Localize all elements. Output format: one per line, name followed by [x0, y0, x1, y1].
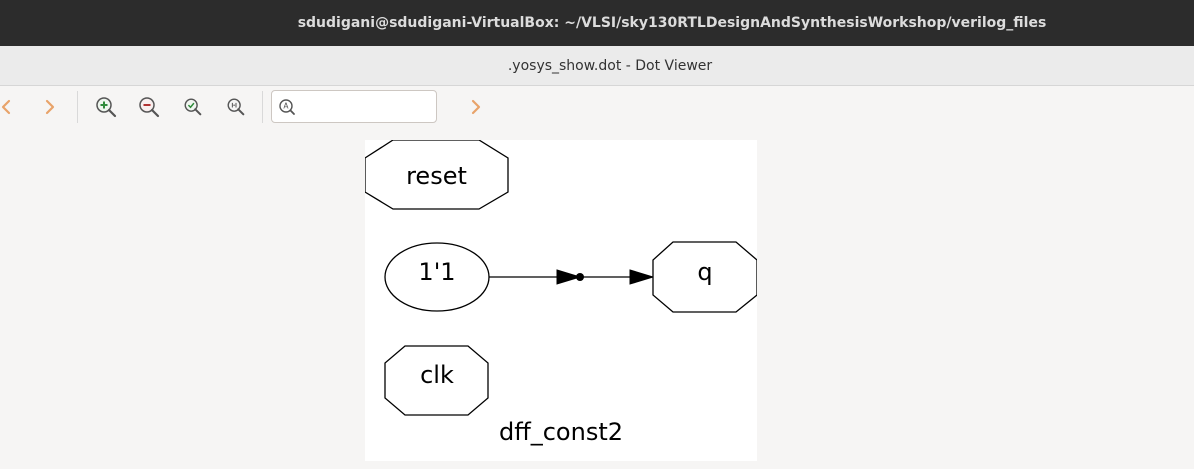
back-button[interactable]	[0, 95, 18, 119]
chevron-left-icon	[1, 99, 11, 115]
window-title-bar: .yosys_show.dot - Dot Viewer	[0, 46, 1194, 86]
graph-svg: reset 1'1 q clk dff_const2	[364, 139, 758, 446]
search-field[interactable]: A	[271, 90, 437, 123]
q-node-label: q	[697, 258, 712, 286]
search-icon: A	[279, 99, 295, 115]
window-title-text: .yosys_show.dot - Dot Viewer	[507, 57, 713, 74]
svg-text:A: A	[283, 102, 289, 111]
find-next-button[interactable]	[464, 95, 488, 119]
zoom-in-icon	[96, 97, 117, 118]
module-label: dff_const2	[499, 418, 623, 446]
graph-canvas[interactable]: reset 1'1 q clk dff_const2	[0, 128, 1194, 469]
zoom-out-button[interactable]	[137, 95, 161, 119]
const-node-label: 1'1	[418, 258, 455, 286]
toolbar-separator	[77, 91, 78, 123]
toolbar: A	[0, 87, 1194, 128]
zoom-out-icon	[139, 97, 160, 118]
zoom-100-icon	[227, 98, 245, 116]
chevron-right-icon	[471, 99, 481, 115]
arrowhead	[629, 269, 655, 285]
zoom-fit-button[interactable]	[181, 95, 205, 119]
reset-node-label: reset	[406, 162, 467, 190]
search-input[interactable]	[300, 95, 434, 120]
zoom-fit-icon	[184, 98, 202, 116]
chevron-right-icon	[45, 99, 55, 115]
terminal-title-text: sdudigani@sdudigani-VirtualBox: ~/VLSI/s…	[297, 15, 1047, 31]
clk-node-label: clk	[420, 361, 454, 389]
zoom-100-button[interactable]	[224, 95, 248, 119]
terminal-title-bar: sdudigani@sdudigani-VirtualBox: ~/VLSI/s…	[0, 0, 1194, 46]
graph-view[interactable]: reset 1'1 q clk dff_const2	[364, 139, 758, 461]
zoom-in-button[interactable]	[94, 95, 118, 119]
toolbar-separator	[262, 91, 263, 123]
forward-button[interactable]	[38, 95, 62, 119]
